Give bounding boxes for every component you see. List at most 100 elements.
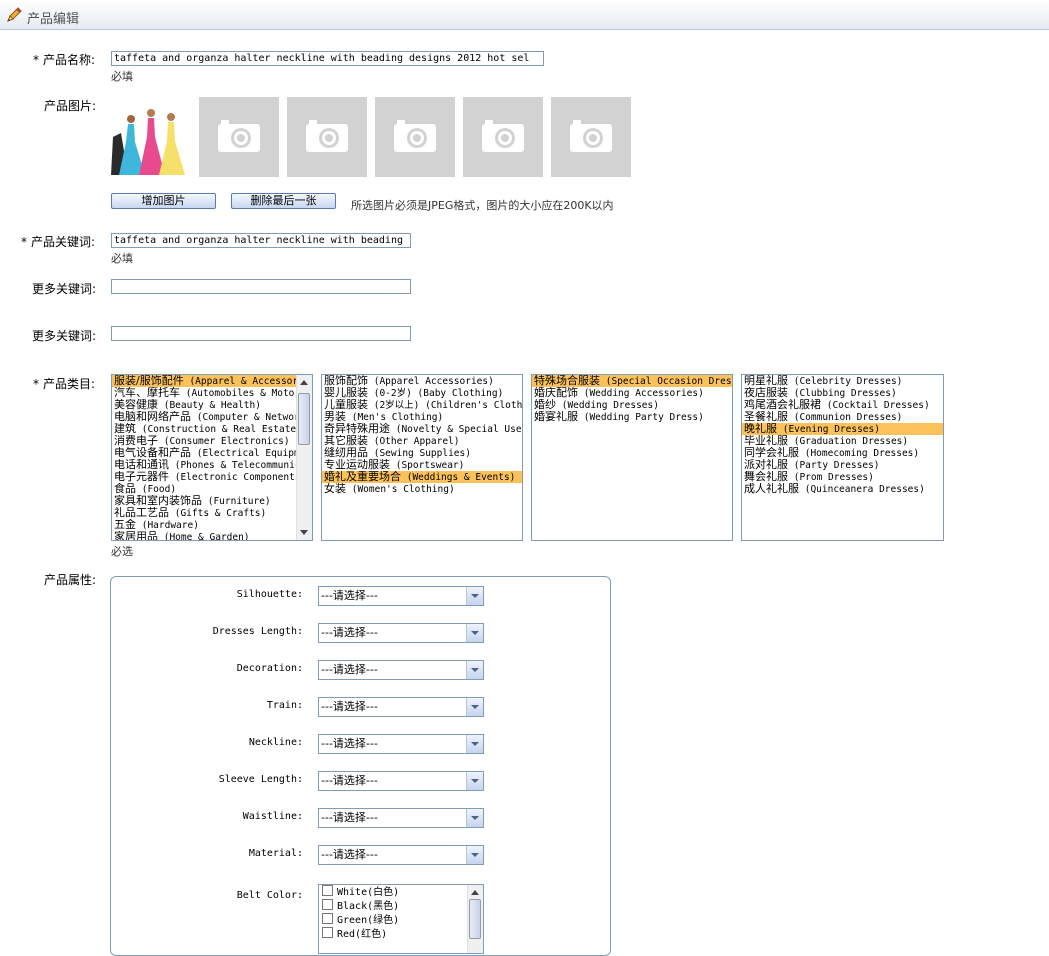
product-image-placeholder-2[interactable] <box>199 97 279 177</box>
category-option[interactable]: 舞会礼服 (Prom Dresses) <box>742 471 943 483</box>
category-option[interactable]: 家居用品 (Home & Garden) <box>112 531 296 541</box>
category-option[interactable]: 服饰配饰 (Apparel Accessories) <box>322 375 522 387</box>
belt-color-option[interactable]: Green(绿色) <box>319 913 483 927</box>
category-option[interactable]: 同学会礼服 (Homecoming Dresses) <box>742 447 943 459</box>
category-option-en: (Beauty & Health) <box>158 400 261 411</box>
category-option[interactable]: 毕业礼服 (Graduation Dresses) <box>742 435 943 447</box>
category-option-en: (Quinceanera Dresses) <box>799 484 925 495</box>
category-option-en: (Home & Garden) <box>158 532 250 541</box>
checkbox[interactable] <box>322 899 333 910</box>
scroll-thumb[interactable] <box>469 899 481 939</box>
category-option[interactable]: 电脑和网络产品 (Computer & Networking) <box>112 411 296 423</box>
category-option[interactable]: 圣餐礼服 (Communion Dresses) <box>742 411 943 423</box>
category-option[interactable]: 五金 (Hardware) <box>112 519 296 531</box>
attribute-select[interactable]: ---请选择--- <box>318 845 484 865</box>
product-image-placeholder-3[interactable] <box>287 97 367 177</box>
chevron-down-icon[interactable] <box>466 735 483 753</box>
category-option-cn: 婚庆配饰 <box>534 387 578 399</box>
category-option[interactable]: 礼品工艺品 (Gifts & Crafts) <box>112 507 296 519</box>
product-image-placeholder-5[interactable] <box>463 97 543 177</box>
chevron-down-icon[interactable] <box>466 772 483 790</box>
category-level4-list[interactable]: 明星礼服 (Celebrity Dresses) 夜店服装 (Clubbing D… <box>741 374 944 541</box>
category-option-cn: 特殊场合服装 <box>534 375 600 387</box>
category-option[interactable]: 其它服装 (Other Apparel) <box>322 435 522 447</box>
scroll-down-icon[interactable] <box>300 530 308 535</box>
product-image-placeholder-6[interactable] <box>551 97 631 177</box>
chevron-down-icon[interactable] <box>466 698 483 716</box>
attribute-select[interactable]: ---请选择--- <box>318 623 484 643</box>
chevron-down-icon[interactable] <box>466 809 483 827</box>
belt-color-option[interactable]: Red(红色) <box>319 927 483 941</box>
category-level2-list[interactable]: 服饰配饰 (Apparel Accessories) 婴儿服装 (0-2岁) (B… <box>321 374 523 541</box>
category-option-en: (Sportswear) <box>390 460 465 471</box>
belt-color-option[interactable]: Black(黑色) <box>319 899 483 913</box>
category-option[interactable]: 食品 (Food) <box>112 483 296 495</box>
category-option[interactable]: 婚庆配饰 (Wedding Accessories) <box>532 387 732 399</box>
chevron-down-icon[interactable] <box>466 846 483 864</box>
keywords-required-hint: 必填 <box>111 252 133 265</box>
category-option-cn: 电气设备和产品 <box>114 447 191 459</box>
checkbox[interactable] <box>322 927 333 938</box>
category-option[interactable]: 儿童服装 (2岁以上) (Children's Clothing) <box>322 399 522 411</box>
category-option[interactable]: 成人礼礼服 (Quinceanera Dresses) <box>742 483 943 495</box>
attribute-select-value: ---请选择--- <box>321 663 378 676</box>
attribute-select[interactable]: ---请选择--- <box>318 586 484 606</box>
category-option[interactable]: 鸡尾酒会礼服裙 (Cocktail Dresses) <box>742 399 943 411</box>
category-option[interactable]: 婚宴礼服 (Wedding Party Dress) <box>532 411 732 423</box>
category-option[interactable]: 缝纫用品 (Sewing Supplies) <box>322 447 522 459</box>
attribute-select[interactable]: ---请选择--- <box>318 734 484 754</box>
delete-last-image-button[interactable]: 删除最后一张 <box>231 193 336 209</box>
attribute-select[interactable]: ---请选择--- <box>318 771 484 791</box>
category-level3-list[interactable]: 特殊场合服装 (Special Occasion Dresses)婚庆配饰 (W… <box>531 374 733 541</box>
window-title: 产品编辑 <box>27 12 80 27</box>
category-option[interactable]: 服装/服饰配件 (Apparel & Accessories) <box>112 375 296 387</box>
add-image-button[interactable]: 增加图片 <box>111 193 216 209</box>
scroll-up-icon[interactable] <box>471 890 479 895</box>
category-option[interactable]: 汽车、摩托车 (Automobiles & Motorcycles) <box>112 387 296 399</box>
product-image-placeholder-4[interactable] <box>375 97 455 177</box>
category-option[interactable]: 特殊场合服装 (Special Occasion Dresses) <box>532 375 732 387</box>
more-keywords-input-1[interactable] <box>111 279 411 294</box>
more-keywords-input-2[interactable] <box>111 326 411 341</box>
belt-color-list[interactable]: White(白色) Black(黑色) Green(绿色) Red(红色) <box>318 884 484 954</box>
scroll-up-icon[interactable] <box>300 380 308 385</box>
category-level1-list[interactable]: 服装/服饰配件 (Apparel & Accessories)汽车、摩托车 (A… <box>111 374 313 541</box>
category-option[interactable]: 男装 (Men's Clothing) <box>322 411 522 423</box>
keywords-input[interactable]: taffeta and organza halter neckline with… <box>111 233 411 248</box>
more-keywords-label-2: 更多关键词: <box>32 329 97 343</box>
checkbox[interactable] <box>322 913 333 924</box>
category-option[interactable]: 电话和通讯 (Phones & Telecommunications) <box>112 459 296 471</box>
checkbox[interactable] <box>322 885 333 896</box>
category-option[interactable]: 派对礼服 (Party Dresses) <box>742 459 943 471</box>
category-level1-scrollbar[interactable] <box>296 375 312 540</box>
attribute-select[interactable]: ---请选择--- <box>318 697 484 717</box>
category-option[interactable]: 专业运动服装 (Sportswear) <box>322 459 522 471</box>
product-image-1[interactable] <box>111 97 191 177</box>
category-option[interactable]: 婴儿服装 (0-2岁) (Baby Clothing) <box>322 387 522 399</box>
product-name-input[interactable]: taffeta and organza halter neckline with… <box>111 51 544 66</box>
category-option[interactable]: 家具和室内装饰品 (Furniture) <box>112 495 296 507</box>
attribute-select[interactable]: ---请选择--- <box>318 808 484 828</box>
belt-color-scrollbar[interactable] <box>467 885 483 953</box>
category-option-cn: 婚宴礼服 <box>534 411 578 423</box>
chevron-down-icon[interactable] <box>466 661 483 679</box>
category-option[interactable]: 明星礼服 (Celebrity Dresses) <box>742 375 943 387</box>
category-option[interactable]: 消费电子 (Consumer Electronics) <box>112 435 296 447</box>
category-option[interactable]: 婚礼及重要场合 (Weddings & Events) <box>322 471 522 483</box>
category-option[interactable]: 奇异特殊用途 (Novelty & Special Use) <box>322 423 522 435</box>
chevron-down-icon[interactable] <box>466 587 483 605</box>
category-option[interactable]: 建筑 (Construction & Real Estate) <box>112 423 296 435</box>
category-option[interactable]: 晚礼服 (Evening Dresses) <box>742 423 943 435</box>
belt-color-option[interactable]: White(白色) <box>319 885 483 899</box>
category-option[interactable]: 电气设备和产品 (Electrical Equipment) <box>112 447 296 459</box>
attribute-select[interactable]: ---请选择--- <box>318 660 484 680</box>
category-option[interactable]: 美容健康 (Beauty & Health) <box>112 399 296 411</box>
image-format-note: 所选图片必须是JPEG格式，图片的大小应在200K以内 <box>351 199 614 212</box>
scroll-thumb[interactable] <box>298 393 310 445</box>
chevron-down-icon[interactable] <box>466 624 483 642</box>
category-option[interactable]: 夜店服装 (Clubbing Dresses) <box>742 387 943 399</box>
category-option-cn: 婴儿服装 <box>324 387 368 399</box>
category-option[interactable]: 电子元器件 (Electronic Components) <box>112 471 296 483</box>
category-option[interactable]: 婚纱 (Wedding Dresses) <box>532 399 732 411</box>
category-option[interactable]: 女装 (Women's Clothing) <box>322 483 522 495</box>
